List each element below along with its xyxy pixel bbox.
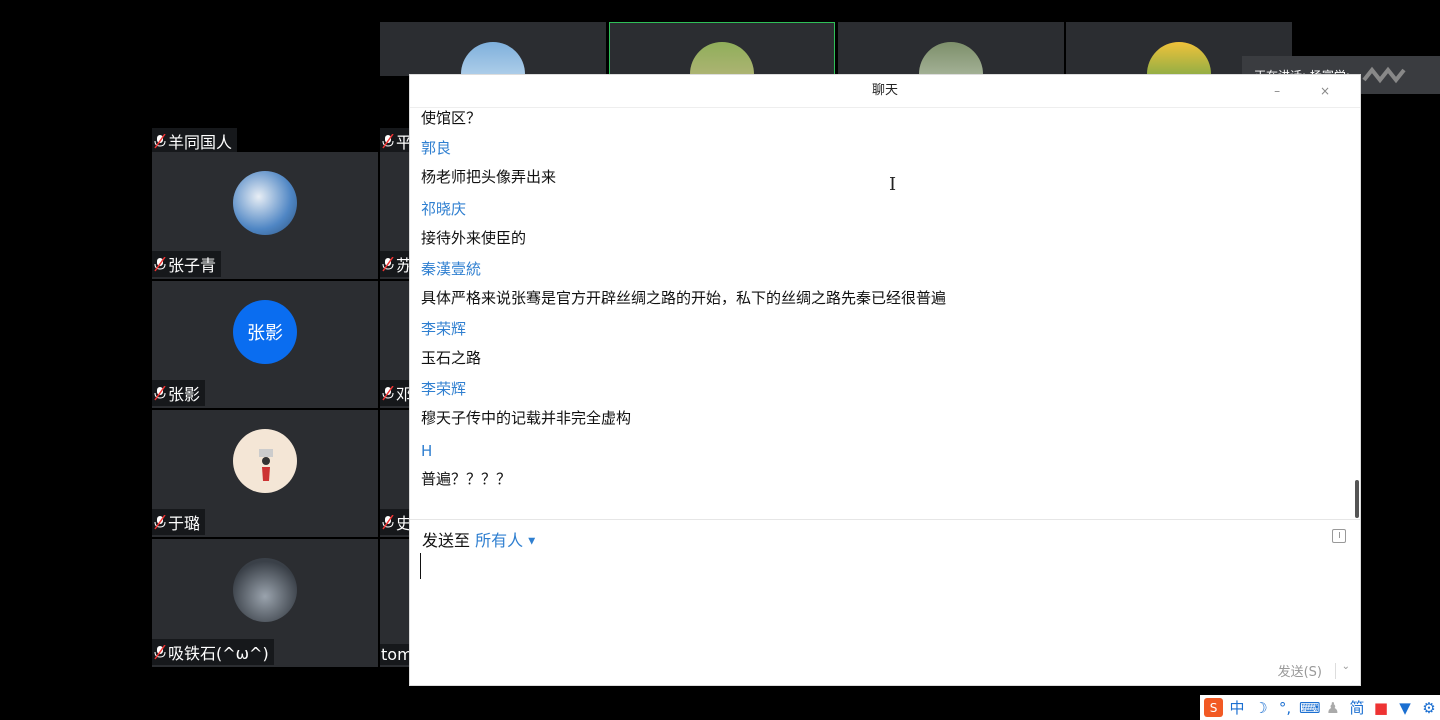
avatar-figure-icon <box>259 449 273 481</box>
chat-title-bar[interactable]: 聊天 – × <box>410 75 1360 108</box>
video-tile[interactable]: 张子青 <box>152 152 378 279</box>
participant-name-tag: 史 <box>380 509 410 535</box>
mic-muted-icon <box>154 644 166 660</box>
send-to-label: 发送至 <box>422 531 471 550</box>
chat-divider <box>410 519 1360 520</box>
participant-name-tag: 吸铁石(^ω^) <box>152 639 274 665</box>
video-tile-top-3[interactable] <box>838 22 1064 76</box>
participant-name-tag: 苏 <box>380 251 410 277</box>
chat-message-text: 穆天子传中的记载并非完全虚构 <box>421 409 632 427</box>
mic-muted-icon <box>382 256 394 272</box>
window-buttons[interactable]: – × <box>1274 75 1348 107</box>
send-options-chevron-icon[interactable]: ⌄ <box>1342 661 1350 672</box>
avatar <box>1147 42 1211 76</box>
chat-scrollbar[interactable] <box>1355 480 1359 518</box>
send-button-divider <box>1335 663 1336 679</box>
chat-message-sender: 李荣辉 <box>421 320 467 338</box>
mic-muted-icon <box>382 514 394 530</box>
moon-icon[interactable]: ☽ <box>1251 699 1271 717</box>
chat-message-text: 玉石之路 <box>421 349 482 367</box>
mic-muted-icon <box>154 385 166 401</box>
keyboard-icon[interactable]: ⌨ <box>1299 699 1321 717</box>
send-to-selector[interactable]: 发送至 所有人 ▼ <box>422 527 535 551</box>
user-icon[interactable]: ♟ <box>1323 699 1343 717</box>
punctuation-icon[interactable]: °, <box>1275 699 1295 717</box>
participant-name-tag: 张子青 <box>152 251 222 277</box>
participant-name: tom <box>381 645 410 664</box>
chat-message-sender: 秦漢壹統 <box>421 260 482 278</box>
participant-name-tag: 张影 <box>152 380 206 406</box>
ime-simplified-mode[interactable]: 简 <box>1347 697 1367 718</box>
participant-name: 史 <box>396 514 410 533</box>
avatar: 张影 <box>233 300 297 364</box>
ime-toolbar[interactable]: S 中 ☽ °, ⌨ ♟ 简 ■ ▼ ⚙ <box>1200 695 1440 720</box>
video-tile[interactable]: 邓 <box>380 281 410 408</box>
chat-message-text: 使馆区？ <box>421 109 482 127</box>
video-tile[interactable]: 于璐 <box>152 410 378 537</box>
avatar <box>233 558 297 622</box>
mic-muted-icon <box>154 133 166 149</box>
chat-message-text: 具体严格来说张骞是官方开辟丝绸之路的开始，私下的丝绸之路先秦已经很普遍 <box>421 289 947 307</box>
dropdown-caret-icon[interactable]: ▼ <box>528 537 535 547</box>
chat-message-sender: H <box>421 442 433 460</box>
mic-muted-icon <box>154 514 166 530</box>
avatar <box>461 42 525 76</box>
participant-name: 吸铁石(^ω^) <box>168 644 269 663</box>
participant-name: 于璐 <box>168 514 201 533</box>
video-tile[interactable]: 张影 张影 <box>152 281 378 408</box>
chat-message-text: 普遍？？？？ <box>421 470 512 488</box>
chat-message-sender: 郭良 <box>421 139 452 157</box>
sogou-logo-icon[interactable]: S <box>1204 698 1223 717</box>
video-tile-top-2-active[interactable] <box>609 22 835 76</box>
participant-name: 邓 <box>396 385 410 404</box>
mic-muted-icon <box>382 133 394 149</box>
send-button[interactable]: 发送(S) <box>1278 661 1322 680</box>
sound-wave-icon <box>1362 66 1406 84</box>
participant-name-tag: 邓 <box>380 380 410 406</box>
video-icon[interactable]: ■ <box>1371 699 1391 717</box>
send-to-target[interactable]: 所有人 <box>475 531 523 550</box>
ime-chinese-mode[interactable]: 中 <box>1227 697 1247 718</box>
chat-window[interactable]: 聊天 – × 使馆区？ 郭良 杨老师把头像弄出来 祁晓庆 接待外来使臣的 秦漢壹… <box>410 75 1360 685</box>
participant-name: 张影 <box>168 385 201 404</box>
avatar <box>919 42 983 76</box>
video-tile[interactable]: 苏 <box>380 152 410 279</box>
video-tile[interactable]: tom <box>380 539 410 667</box>
chat-message-text: 接待外来使臣的 <box>421 229 527 247</box>
chat-messages[interactable]: 使馆区？ 郭良 杨老师把头像弄出来 祁晓庆 接待外来使臣的 秦漢壹統 具体严格来… <box>410 107 1356 519</box>
expand-icon[interactable] <box>1332 529 1346 543</box>
avatar <box>233 429 297 493</box>
video-tile-top-1[interactable] <box>380 22 606 76</box>
avatar <box>690 42 754 76</box>
mouse-ibeam-cursor-icon: I <box>889 174 897 195</box>
mic-muted-icon <box>382 385 394 401</box>
video-tile[interactable]: 吸铁石(^ω^) <box>152 539 378 667</box>
chat-message-text: 杨老师把头像弄出来 <box>421 168 557 186</box>
mic-muted-icon <box>154 256 166 272</box>
chat-input-cursor[interactable] <box>420 553 421 579</box>
participant-name: 苏 <box>396 256 410 275</box>
chat-message-sender: 祁晓庆 <box>421 200 467 218</box>
shirt-icon[interactable]: ▼ <box>1395 699 1415 717</box>
settings-gear-icon[interactable]: ⚙ <box>1419 699 1439 717</box>
participant-name: 羊同国人 <box>168 133 233 152</box>
avatar <box>233 171 297 235</box>
participant-name-tag: 羊同国人 <box>152 128 238 154</box>
participant-name-tag: 于璐 <box>152 509 206 535</box>
video-tile[interactable]: 史 <box>380 410 410 537</box>
chat-title: 聊天 <box>871 83 898 98</box>
participant-name: 张子青 <box>168 256 217 275</box>
participant-name-tag: tom <box>380 644 410 665</box>
chat-message-sender: 李荣辉 <box>421 380 467 398</box>
